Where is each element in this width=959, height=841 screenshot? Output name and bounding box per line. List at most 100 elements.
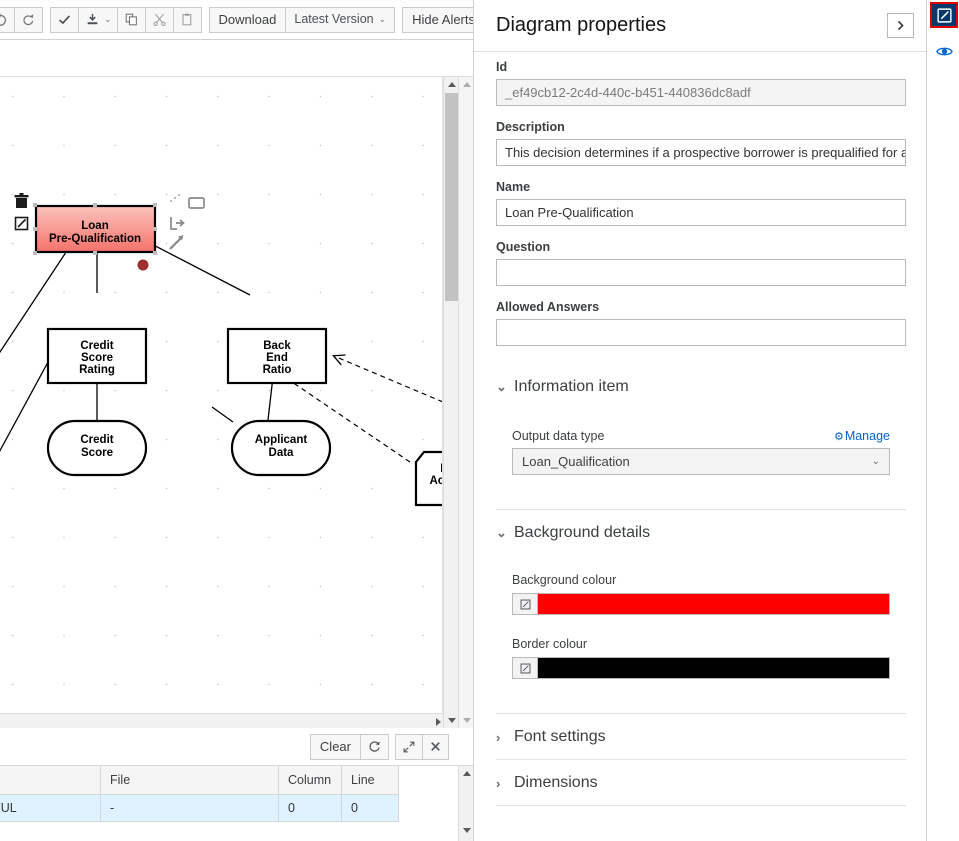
chevron-right-icon [895,20,906,31]
table-header-row: File Column Line [0,766,399,795]
toolbar-edit-group: ⌄ [50,7,202,33]
edit-icon[interactable] [16,218,28,230]
manage-label: Manage [845,429,890,443]
preview-toggle[interactable] [930,38,958,64]
svg-text:Back: Back [263,340,291,352]
information-item-content: Output data type ⚙ Manage Loan_Qualifica… [496,429,904,475]
pane-vertical-scrollbar[interactable] [458,77,473,728]
svg-text:Ratio: Ratio [263,364,292,376]
version-dropdown[interactable]: Latest Version ⌄ [285,7,395,33]
delete-icon[interactable] [15,193,29,208]
undo-button[interactable] [0,7,15,33]
scroll-right-arrow-icon[interactable] [436,718,441,726]
border-colour-swatch[interactable] [538,657,890,679]
paste-button[interactable] [173,7,202,33]
save-caret-icon: ⌄ [104,15,112,24]
scroll-up-arrow-icon[interactable] [444,77,459,92]
section-font-settings[interactable]: › Font settings [496,714,904,759]
close-x-icon [430,741,441,752]
output-data-type-value: Loan_Qualification [522,454,630,469]
new-decision-icon[interactable] [189,198,204,208]
save-download-icon [86,13,99,26]
manage-link[interactable]: ⚙ Manage [834,429,890,443]
clear-button[interactable]: Clear [310,734,361,760]
section-dimensions[interactable]: › Dimensions [496,760,904,805]
redo-button[interactable] [14,7,43,33]
validation-close-button[interactable] [422,734,449,760]
cut-button[interactable] [145,7,174,33]
background-colour-edit-button[interactable] [512,593,538,615]
node-applicant-data[interactable]: Applicant Data [232,421,330,475]
question-input[interactable] [496,259,906,286]
pane-scroll-up-arrow-icon[interactable] [459,77,473,92]
dmn-diagram-canvas[interactable]: Credit Score Rating Back End Ratio [0,77,443,728]
canvas-header-strip [0,40,473,77]
field-id: Id _ef49cb12-2c4d-440c-b451-440836dc8adf [496,60,904,106]
section-information-item[interactable]: ⌄ Information item [496,360,904,409]
collapse-panel-button[interactable] [887,13,914,38]
validation-scroll-up-arrow-icon[interactable] [463,771,471,776]
new-input-data-icon[interactable] [171,217,184,229]
svg-text:Score: Score [81,352,113,364]
properties-editor-toggle[interactable] [930,2,958,28]
label-output-data-type: Output data type [512,429,604,443]
toolbar-history-group [0,7,43,33]
allowed-answers-input[interactable] [496,319,906,346]
section-title-font-settings: Font settings [514,728,606,746]
node-loan-pre-qualification[interactable]: Loan Pre-Qualification [36,206,155,252]
hide-alerts-button[interactable]: Hide Alerts [402,7,473,33]
diagram-properties-panel: Diagram properties Id _ef49cb12-2c4d-440… [473,0,926,841]
version-label: Latest Version [294,13,373,26]
description-input[interactable]: This decision determines if a prospectiv… [496,139,906,166]
section-title-dimensions: Dimensions [514,774,598,792]
background-details-content: Background colour Border colour [496,573,904,679]
svg-text:Credit: Credit [80,434,113,446]
decorative-dots [170,194,180,202]
col-header-status [0,766,101,795]
svg-text:Applicant: Applicant [255,434,308,446]
section-title-information-item: Information item [514,378,629,396]
scissors-icon [153,13,166,26]
name-input[interactable]: Loan Pre-Qualification [496,199,906,226]
canvas-scroll-thumb[interactable] [445,93,458,301]
scroll-down-arrow-icon[interactable] [444,713,459,728]
paste-icon [181,13,194,26]
gear-icon: ⚙ [834,430,844,443]
validate-button[interactable] [50,7,79,33]
version-caret-icon: ⌄ [379,15,387,24]
background-colour-swatch[interactable] [538,593,890,615]
output-data-type-select[interactable]: Loan_Qualification ⌄ [512,448,890,475]
copy-button[interactable] [117,7,146,33]
diagram-svg: Credit Score Rating Back End Ratio [0,77,443,728]
connection-arrow-icon[interactable] [170,235,184,249]
eye-icon [936,45,953,58]
border-colour-edit-button[interactable] [512,657,538,679]
table-row[interactable]: CCESSFUL - 0 0 [0,795,399,822]
toolbar-download-group: Download Latest Version ⌄ [209,7,396,33]
node-credit-score[interactable]: Credit Score [48,421,146,475]
node-credit-score-rating[interactable]: Credit Score Rating [48,329,146,383]
section-background-details[interactable]: ⌄ Background details [496,510,904,555]
svg-text:Acc: Acc [429,475,443,487]
save-button[interactable]: ⌄ [78,7,118,33]
validation-panel: Clear [0,728,473,841]
svg-text:Pre-Qualification: Pre-Qualification [49,233,141,245]
node-lender-acceptable[interactable]: Le Acc [416,452,443,505]
pencil-square-icon [937,8,952,23]
toolbar-alerts-group: Hide Alerts [402,7,473,33]
svg-text:End: End [266,352,288,364]
validation-vertical-scrollbar[interactable] [458,766,473,841]
col-header-file: File [101,766,279,795]
check-icon [58,13,71,26]
node-back-end-ratio[interactable]: Back End Ratio [228,329,326,383]
editor-pane: ⌄ [0,0,473,841]
application-root: ⌄ [0,0,959,841]
validation-maximize-button[interactable] [395,734,423,760]
refresh-button[interactable] [360,734,389,760]
download-button[interactable]: Download [209,7,287,33]
canvas-vertical-scrollbar[interactable] [443,77,458,728]
canvas-horizontal-scrollbar[interactable] [0,713,443,728]
pane-scroll-down-arrow-icon[interactable] [459,713,473,728]
validation-scroll-down-arrow-icon[interactable] [463,828,471,833]
undo-icon [0,13,7,26]
